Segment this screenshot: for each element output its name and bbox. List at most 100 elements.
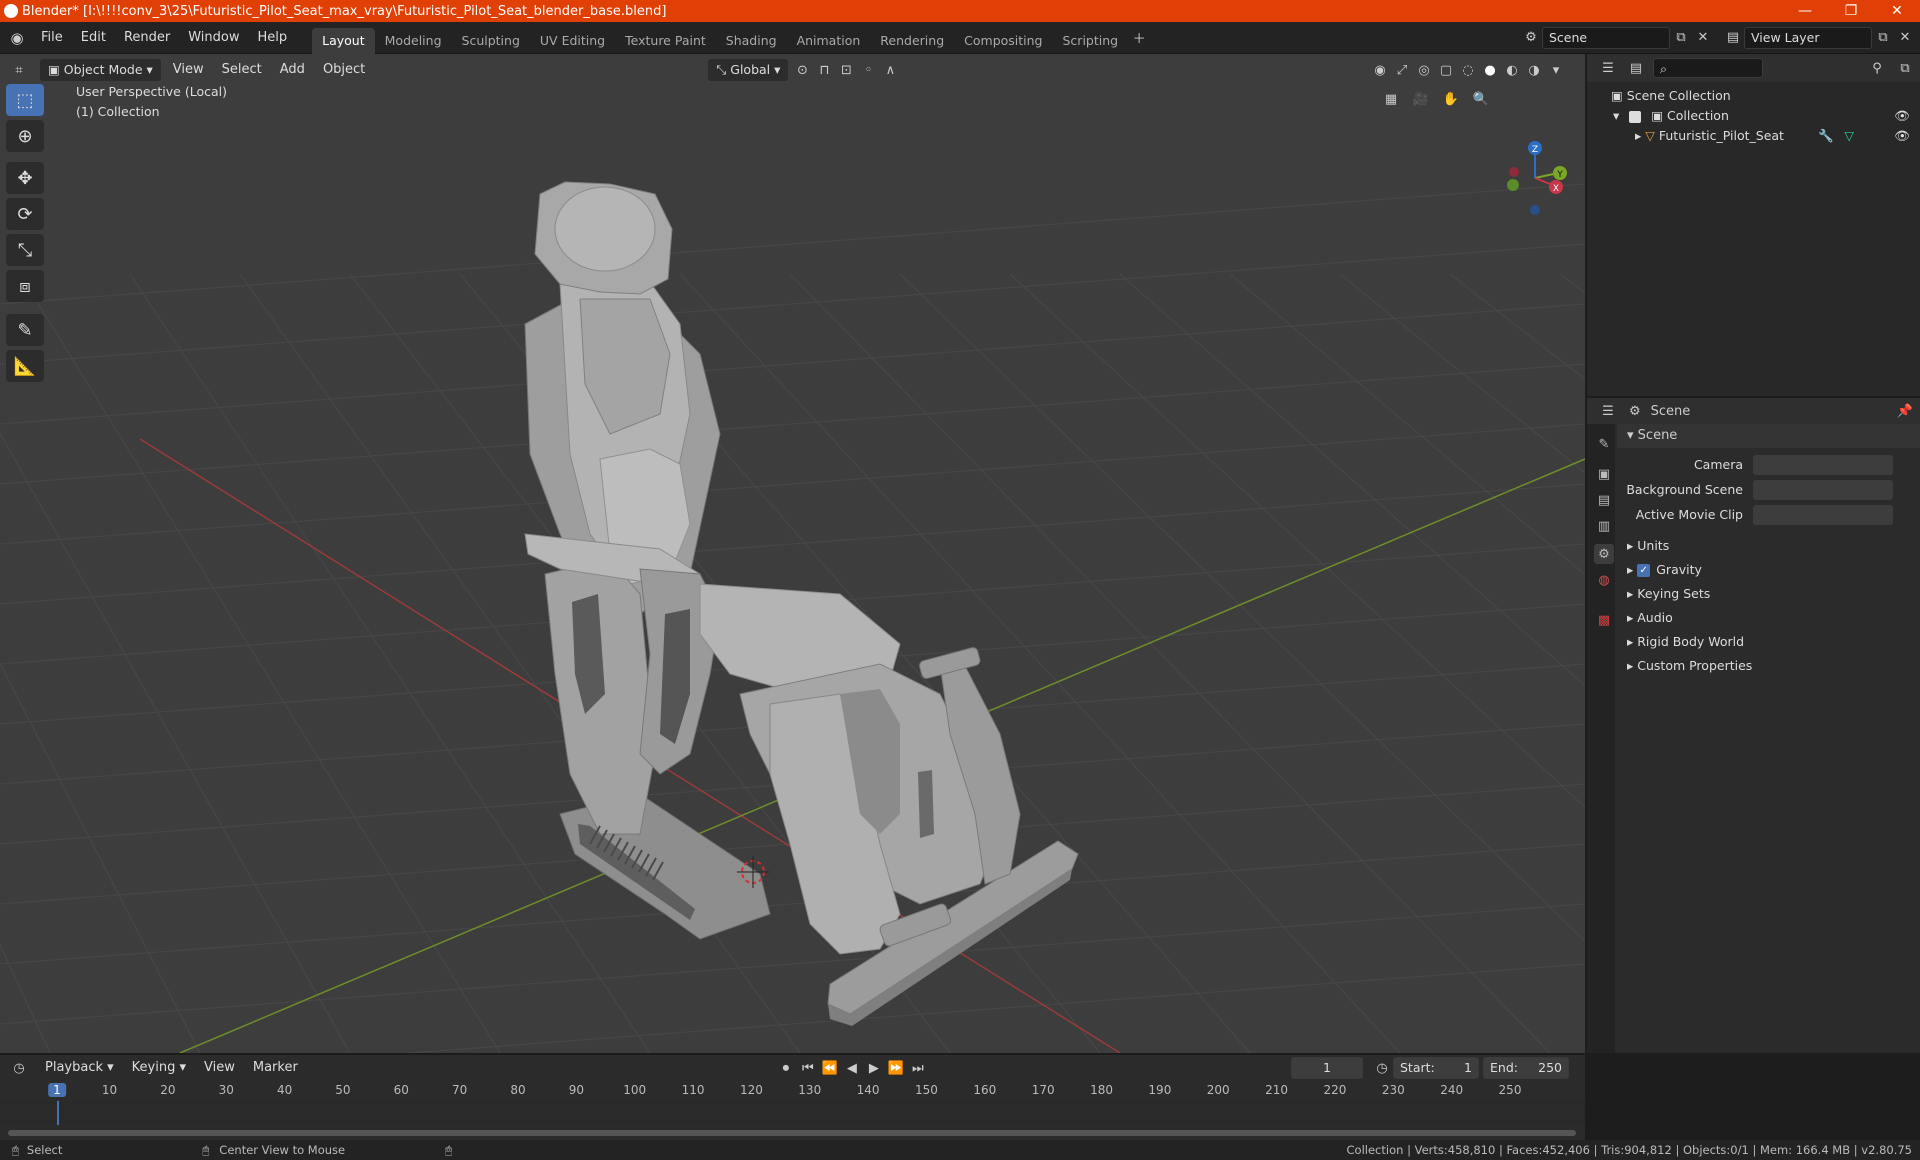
camera-view-icon[interactable]: 🎥 bbox=[1410, 88, 1432, 110]
outliner-row-collection[interactable]: ▾ ▣ Collection 👁 bbox=[1587, 106, 1920, 126]
menu-help[interactable]: Help bbox=[249, 26, 297, 50]
tab-texture-paint[interactable]: Texture Paint bbox=[615, 28, 716, 54]
pivot-point-icon[interactable]: ⊙ bbox=[791, 59, 813, 81]
expand-arrow-icon[interactable]: ▾ bbox=[1613, 108, 1619, 123]
add-workspace-icon[interactable]: ＋ bbox=[1128, 27, 1150, 49]
grid-view-icon[interactable]: ▦ bbox=[1380, 88, 1402, 110]
section-units[interactable]: ▸ Units bbox=[1617, 534, 1920, 558]
remove-scene-icon[interactable]: ✕ bbox=[1692, 27, 1714, 49]
overlay-toggle-icon[interactable]: ◎ bbox=[1413, 59, 1435, 81]
world-tab-icon[interactable]: ◍ bbox=[1594, 570, 1614, 590]
new-view-layer-icon[interactable]: ⧉ bbox=[1872, 27, 1894, 49]
tab-animation[interactable]: Animation bbox=[787, 28, 871, 54]
object-visibility-eye-icon[interactable]: 👁 bbox=[1894, 126, 1910, 146]
transform-orientation-dropdown[interactable]: ⤡ Global ▾ bbox=[708, 59, 789, 81]
collection-checkbox[interactable] bbox=[1629, 110, 1642, 123]
scene-field[interactable]: Scene bbox=[1542, 26, 1670, 49]
timeline-menu-playback[interactable]: Playback ▾ bbox=[36, 1056, 123, 1080]
display-mode-icon[interactable]: ▤ bbox=[1625, 57, 1647, 79]
modifier-wrench-icon[interactable]: 🔧 bbox=[1818, 126, 1834, 146]
section-custom-properties[interactable]: ▸ Custom Properties bbox=[1617, 654, 1920, 678]
background-scene-field[interactable] bbox=[1753, 480, 1893, 500]
transform-tool-icon[interactable]: ⧈ bbox=[6, 270, 44, 302]
tab-compositing[interactable]: Compositing bbox=[954, 28, 1052, 54]
navigation-gizmo[interactable]: Z Y X bbox=[1507, 141, 1567, 215]
new-collection-icon[interactable]: ⧉ bbox=[1894, 57, 1916, 79]
texture-tab-icon[interactable]: ▩ bbox=[1594, 610, 1614, 630]
tab-uv-editing[interactable]: UV Editing bbox=[530, 28, 615, 54]
object-mode-dropdown[interactable]: ▣ Object Mode ▾ bbox=[40, 59, 161, 81]
viewport-menu-add[interactable]: Add bbox=[271, 58, 314, 82]
scale-tool-icon[interactable]: ⤡ bbox=[6, 234, 44, 266]
jump-end-icon[interactable]: ⏭ bbox=[907, 1057, 929, 1079]
falloff-icon[interactable]: ∧ bbox=[879, 59, 901, 81]
record-icon[interactable]: ⏺ bbox=[775, 1057, 797, 1079]
properties-editor-icon[interactable]: ☰ bbox=[1597, 400, 1619, 422]
menu-window[interactable]: Window bbox=[179, 26, 248, 50]
tab-modeling[interactable]: Modeling bbox=[375, 28, 452, 54]
rendered-shading-icon[interactable]: ◑ bbox=[1523, 59, 1545, 81]
proportional-edit-icon[interactable]: ◦ bbox=[857, 59, 879, 81]
start-frame-field[interactable]: Start: 1 bbox=[1393, 1057, 1479, 1079]
maximize-button[interactable]: ❐ bbox=[1828, 3, 1874, 19]
timeline-scrollbar[interactable] bbox=[8, 1130, 1576, 1136]
section-keying-sets[interactable]: ▸ Keying Sets bbox=[1617, 582, 1920, 606]
playhead[interactable] bbox=[57, 1101, 59, 1125]
frame-ruler[interactable]: 1 10 20 30 40 50 60 70 80 90 100 110 120 130 140 150 160… bbox=[0, 1081, 1585, 1101]
viewport-menu-select[interactable]: Select bbox=[213, 58, 271, 82]
viewport-menu-view[interactable]: View bbox=[164, 58, 213, 82]
tab-shading[interactable]: Shading bbox=[716, 28, 787, 54]
filter-icon[interactable]: ⚲ bbox=[1866, 57, 1888, 79]
annotate-tool-icon[interactable]: ✎ bbox=[6, 314, 44, 346]
active-movie-clip-field[interactable] bbox=[1753, 505, 1893, 525]
play-reverse-icon[interactable]: ◀ bbox=[841, 1057, 863, 1079]
next-keyframe-icon[interactable]: ⏩ bbox=[885, 1057, 907, 1079]
menu-render[interactable]: Render bbox=[115, 26, 179, 50]
section-rigid-body-world[interactable]: ▸ Rigid Body World bbox=[1617, 630, 1920, 654]
visibility-icon[interactable]: ◉ bbox=[1369, 59, 1391, 81]
scene-tab-icon[interactable]: ⚙ bbox=[1594, 544, 1614, 564]
timeline-menu-view[interactable]: View bbox=[195, 1056, 244, 1080]
zoom-icon[interactable]: 🔍 bbox=[1470, 88, 1492, 110]
wireframe-shading-icon[interactable]: ◌ bbox=[1457, 59, 1479, 81]
tool-tab-icon[interactable]: ✎ bbox=[1594, 434, 1614, 454]
outliner-row-object[interactable]: ▸ ▽ Futuristic_Pilot_Seat 🔧 ▽ 👁 bbox=[1587, 126, 1920, 146]
output-tab-icon[interactable]: ▤ bbox=[1594, 490, 1614, 510]
prev-keyframe-icon[interactable]: ⏪ bbox=[819, 1057, 841, 1079]
preview-range-icon[interactable]: ◷ bbox=[1371, 1057, 1393, 1079]
outliner-row-scene-collection[interactable]: ▣ Scene Collection bbox=[1587, 86, 1920, 106]
tab-rendering[interactable]: Rendering bbox=[870, 28, 954, 54]
section-audio[interactable]: ▸ Audio bbox=[1617, 606, 1920, 630]
end-frame-field[interactable]: End: 250 bbox=[1483, 1057, 1569, 1079]
gravity-checkbox[interactable]: ✓ bbox=[1637, 564, 1651, 577]
scene-panel-header[interactable]: ▾ Scene bbox=[1617, 424, 1920, 448]
mesh-data-icon[interactable]: ▽ bbox=[1844, 126, 1854, 146]
render-tab-icon[interactable]: ▣ bbox=[1594, 464, 1614, 484]
snap-target-icon[interactable]: ⊡ bbox=[835, 59, 857, 81]
menu-file[interactable]: File bbox=[32, 26, 72, 50]
cursor-tool-icon[interactable]: ⊕ bbox=[6, 120, 44, 152]
timeline-menu-marker[interactable]: Marker bbox=[244, 1056, 307, 1080]
outliner-editor-icon[interactable]: ☰ bbox=[1597, 57, 1619, 79]
tab-sculpting[interactable]: Sculpting bbox=[452, 28, 530, 54]
xray-icon[interactable]: ▢ bbox=[1435, 59, 1457, 81]
measure-tool-icon[interactable]: 📐 bbox=[6, 350, 44, 382]
timeline-track[interactable] bbox=[0, 1101, 1585, 1125]
material-shading-icon[interactable]: ◐ bbox=[1501, 59, 1523, 81]
pan-hand-icon[interactable]: ✋ bbox=[1440, 88, 1462, 110]
editor-type-icon[interactable]: ⌗ bbox=[8, 59, 30, 81]
menu-edit[interactable]: Edit bbox=[72, 26, 115, 50]
camera-field[interactable] bbox=[1753, 455, 1893, 475]
scene-icon[interactable]: ⚙ bbox=[1520, 27, 1542, 49]
shading-options-icon[interactable]: ▾ bbox=[1545, 59, 1567, 81]
rotate-tool-icon[interactable]: ⟳ bbox=[6, 198, 44, 230]
jump-start-icon[interactable]: ⏮ bbox=[797, 1057, 819, 1079]
timeline-editor-icon[interactable]: ◷ bbox=[8, 1057, 30, 1079]
timeline-menu-keying[interactable]: Keying ▾ bbox=[123, 1056, 195, 1080]
select-box-tool-icon[interactable]: ⬚ bbox=[6, 84, 44, 116]
minimize-button[interactable]: — bbox=[1782, 3, 1828, 19]
pin-icon[interactable]: 📌 bbox=[1894, 400, 1916, 422]
3d-viewport[interactable]: Z Y X ⌗ ▣ Object Mode ▾ View Select Add Obj… bbox=[0, 54, 1585, 1053]
object-expand-arrow-icon[interactable]: ▸ bbox=[1635, 128, 1641, 143]
current-frame-field[interactable]: 1 bbox=[1291, 1057, 1363, 1079]
